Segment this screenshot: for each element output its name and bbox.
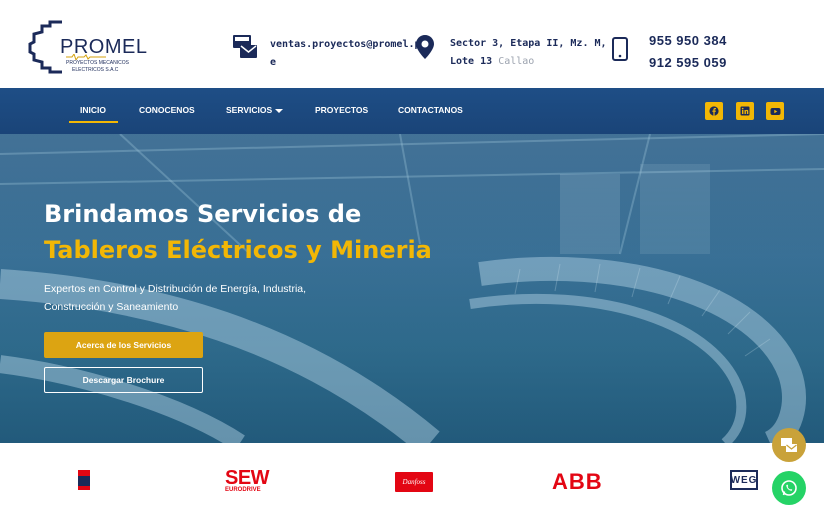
hero-title-line-2: Tableros Eléctricos y Mineria — [44, 236, 432, 264]
phone-1[interactable]: 955 950 384 — [649, 30, 727, 52]
address-line-1: Sector 3, Etapa II, Mz. M, — [450, 38, 607, 49]
youtube-icon[interactable] — [766, 102, 784, 120]
hero-title-line-1: Brindamos Servicios de — [44, 200, 362, 228]
facebook-icon[interactable] — [705, 102, 723, 120]
nav-contactanos[interactable]: CONTACTANOS — [398, 105, 463, 115]
address-lote: Lote 13 — [450, 56, 493, 67]
chat-icon[interactable] — [772, 428, 806, 462]
nav-inicio[interactable]: INICIO — [80, 105, 106, 115]
sew-text: SEW — [225, 467, 270, 489]
nav-conocenos[interactable]: CONOCENOS — [139, 105, 195, 115]
map-pin-icon — [416, 35, 434, 59]
danfoss-logo: Danfoss — [395, 472, 433, 492]
services-button[interactable]: Acerca de los Servicios — [44, 332, 203, 358]
hero-banner: Brindamos Servicios de Tableros Eléctric… — [0, 134, 824, 443]
email-icon — [233, 35, 257, 58]
hero-subtitle-line-1: Expertos en Control y Distribución de En… — [44, 283, 307, 295]
brand-logos-strip: SEW EURODRIVE Danfoss ABB WEG — [0, 428, 824, 522]
nav-servicios[interactable]: SERVICIOS — [226, 105, 272, 115]
nav-proyectos[interactable]: PROYECTOS — [315, 105, 368, 115]
chevron-down-icon[interactable] — [275, 108, 283, 114]
promel-logo[interactable]: PROMEL PROYECTOS MECANICOS ELECTRICOS S.… — [28, 16, 148, 76]
email-text-1[interactable]: ventas.proyectos@promel.p — [270, 35, 421, 55]
top-header: PROMEL PROYECTOS MECANICOS ELECTRICOS S.… — [0, 0, 824, 88]
logo-subtitle-1: PROYECTOS MECANICOS — [66, 60, 129, 66]
phone-2[interactable]: 912 595 059 — [649, 52, 727, 74]
email-text-2[interactable]: e — [270, 53, 276, 73]
whatsapp-icon[interactable] — [772, 471, 806, 505]
logo-subtitle-2: ELECTRICOS S.A.C — [72, 67, 119, 73]
abb-logo: ABB — [552, 469, 603, 494]
nav-active-indicator — [69, 121, 118, 123]
address-city: Callao — [498, 56, 535, 67]
mobile-phone-icon — [612, 37, 628, 61]
main-nav: INICIO CONOCENOS SERVICIOS PROYECTOS CON… — [0, 88, 824, 134]
linkedin-icon[interactable] — [736, 102, 754, 120]
hero-subtitle-line-2: Construcción y Saneamiento — [44, 301, 179, 313]
download-brochure-button[interactable]: Descargar Brochure — [44, 367, 203, 393]
weg-text: WEG — [730, 474, 758, 486]
sew-eurodrive-logo: SEW EURODRIVE — [225, 467, 270, 494]
danfoss-text: Danfoss — [402, 478, 426, 486]
rittal-logo — [78, 470, 90, 490]
weg-logo: WEG — [730, 470, 758, 490]
address-line-2: Lote 13 Callao — [450, 52, 534, 72]
